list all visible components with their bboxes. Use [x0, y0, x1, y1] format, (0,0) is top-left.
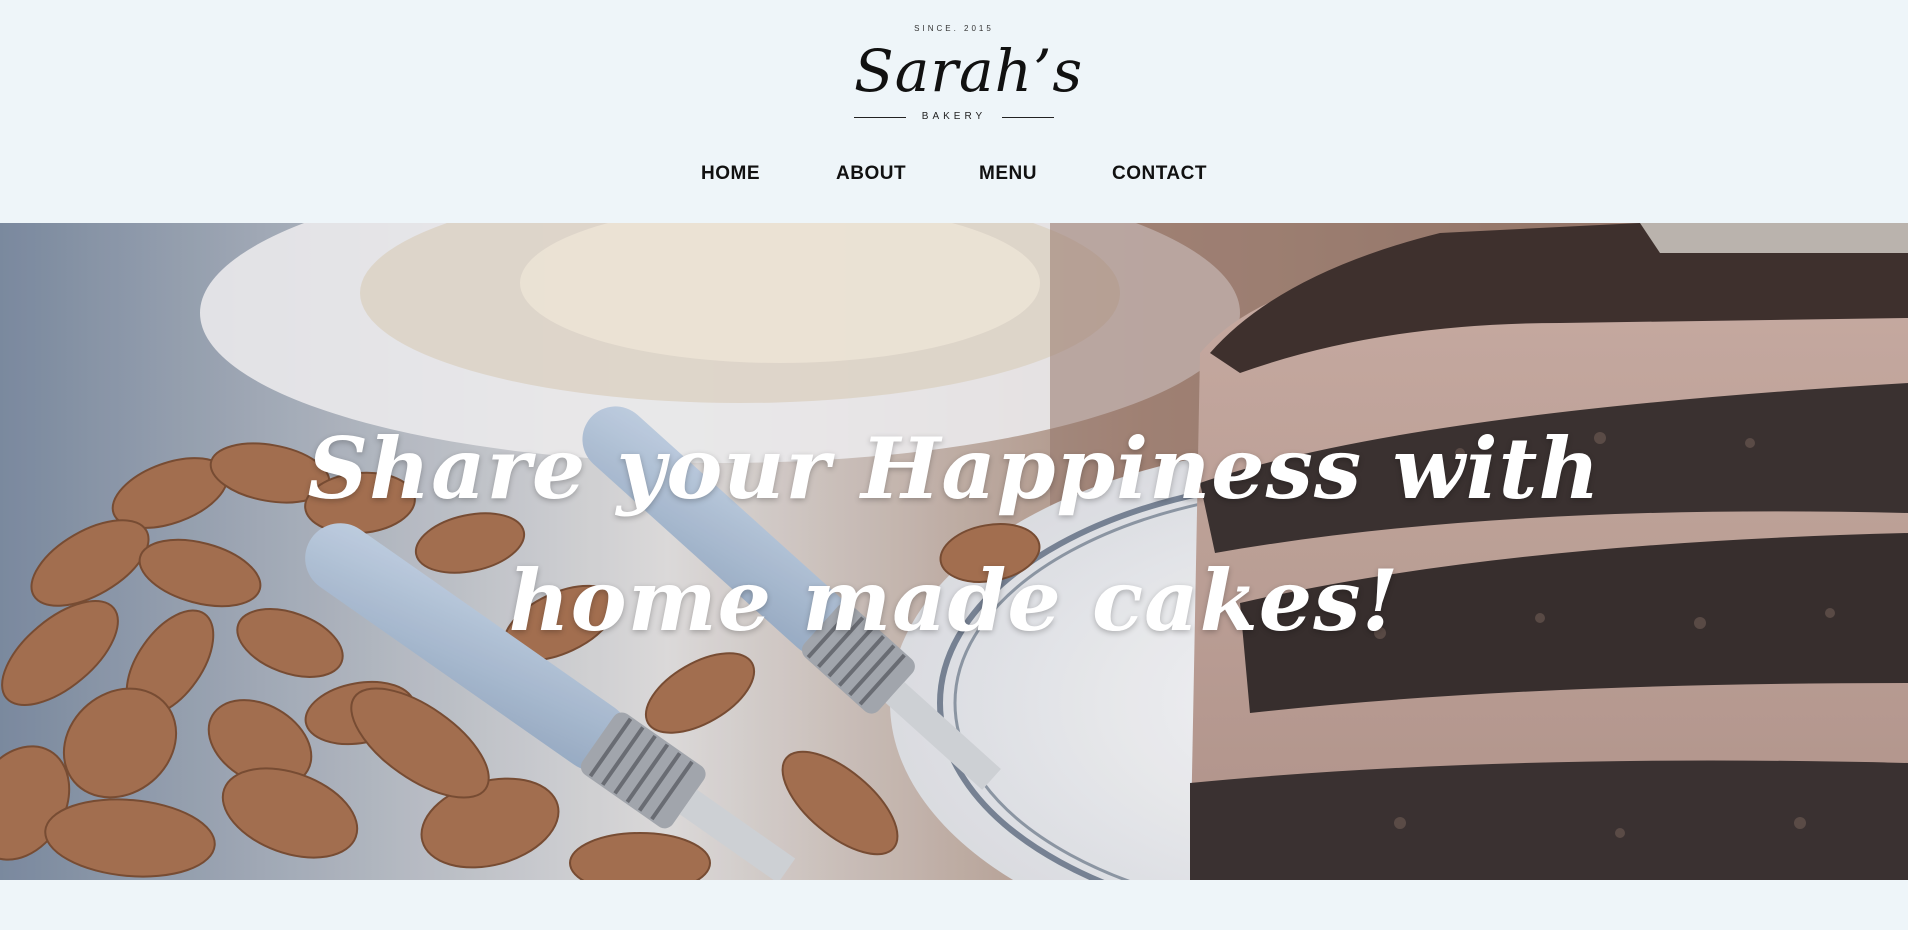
below-hero-strip — [0, 880, 1908, 930]
hero-headline: Share your Happiness with home made cake… — [300, 403, 1608, 667]
nav-home-link[interactable]: HOME — [701, 163, 760, 185]
main-navigation: HOME ABOUT MENU CONTACT — [0, 163, 1908, 193]
site-header: SINCE. 2015 Sarah’s BAKERY HOME ABOUT ME… — [0, 0, 1908, 223]
nav-menu-link[interactable]: MENU — [979, 163, 1037, 185]
logo-name-text: Sarah’s — [854, 37, 1084, 105]
logo-divider-left — [854, 117, 906, 118]
nav-about-link[interactable]: ABOUT — [836, 163, 906, 185]
logo-since-text: SINCE. 2015 — [914, 24, 994, 33]
nav-contact-link[interactable]: CONTACT — [1112, 163, 1207, 185]
logo-divider-right — [1002, 117, 1054, 118]
logo-tagline-text: BAKERY — [921, 111, 987, 122]
hero-banner: Share your Happiness with home made cake… — [0, 223, 1908, 880]
brand-logo[interactable]: SINCE. 2015 Sarah’s BAKERY — [854, 22, 1084, 126]
hero-headline-line-1: Share your Happiness with — [307, 419, 1601, 518]
hero-headline-line-2: home made cakes! — [508, 551, 1400, 650]
